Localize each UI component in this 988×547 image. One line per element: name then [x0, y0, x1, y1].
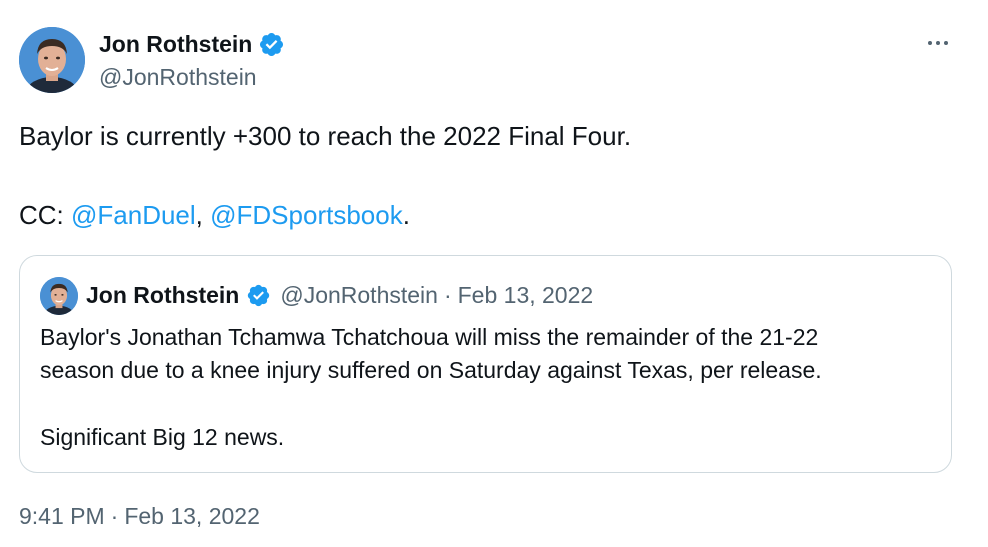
quoted-tweet-date[interactable]: Feb 13, 2022 — [458, 280, 594, 310]
quoted-author-avatar[interactable] — [40, 277, 78, 315]
author-avatar[interactable] — [19, 27, 85, 93]
period: . — [402, 200, 410, 230]
quoted-tweet-header: Jon Rothstein @JonRothstein · Feb 13, 20… — [86, 280, 593, 310]
quoted-text-line: season due to a knee injury suffered on … — [40, 357, 822, 383]
quoted-avatar-image — [40, 277, 78, 315]
tweet-timestamp[interactable]: 9:41 PM · Feb 13, 2022 — [19, 501, 260, 531]
mention-fanduel-link[interactable]: @FanDuel — [71, 200, 196, 230]
quoted-author-handle[interactable]: @JonRothstein — [280, 280, 438, 310]
timestamp-separator: · — [110, 503, 119, 529]
cc-prefix: CC: — [19, 200, 71, 230]
tweet-time: 9:41 PM — [19, 503, 105, 529]
more-dot-icon — [928, 41, 932, 45]
quoted-tweet-text: Baylor's Jonathan Tchamwa Tchatchoua wil… — [40, 321, 940, 454]
verified-badge-icon — [248, 284, 270, 306]
author-name[interactable]: Jon Rothstein — [99, 29, 285, 59]
tweet-date: Feb 13, 2022 — [124, 503, 260, 529]
quoted-author-name[interactable]: Jon Rothstein — [86, 280, 239, 310]
mention-fdsportsbook-link[interactable]: @FDSportsbook — [210, 200, 403, 230]
author-handle[interactable]: @JonRothstein — [99, 62, 257, 92]
quoted-tweet-card[interactable]: Jon Rothstein @JonRothstein · Feb 13, 20… — [19, 255, 952, 473]
quoted-text-line: Baylor's Jonathan Tchamwa Tchatchoua wil… — [40, 324, 819, 350]
tweet-text-line: Baylor is currently +300 to reach the 20… — [19, 121, 632, 151]
more-dot-icon — [944, 41, 948, 45]
quoted-text-line: Significant Big 12 news. — [40, 424, 285, 450]
more-options-button[interactable] — [920, 28, 956, 58]
tweet-text: Baylor is currently +300 to reach the 20… — [19, 118, 959, 233]
comma: , — [195, 200, 211, 230]
tweet: Jon Rothstein @JonRothstein Baylor is cu… — [0, 0, 988, 547]
quoted-separator: · — [443, 282, 452, 308]
verified-badge-icon — [260, 32, 284, 56]
author-avatar-image — [19, 27, 85, 93]
author-name-text: Jon Rothstein — [99, 31, 253, 57]
tweet-cc-line: CC: @FanDuel, @FDSportsbook. — [19, 197, 959, 233]
more-dot-icon — [936, 41, 940, 45]
